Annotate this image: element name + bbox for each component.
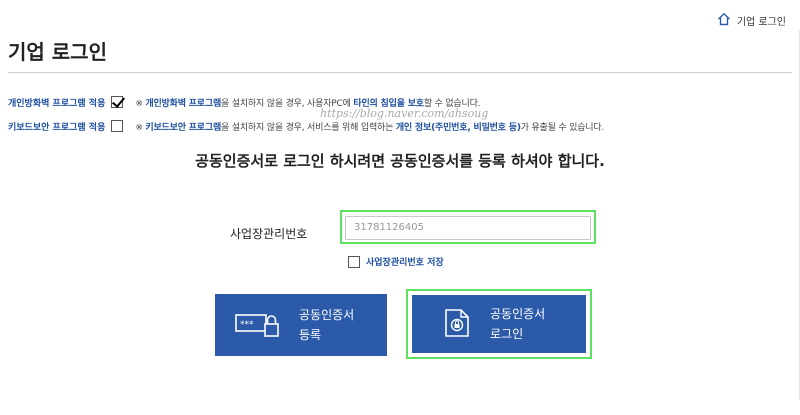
login-button-highlight: 공동인증서 로그인: [406, 289, 592, 359]
login-button-text: 공동인증서 로그인: [490, 307, 546, 341]
keyboard-security-note: ※ 키보드보안 프로그램을 설치하지 않을 경우, 서비스를 위해 입력하는 개…: [135, 122, 605, 133]
business-number-input[interactable]: [345, 215, 591, 240]
instruction-headline: 공동인증서로 로그인 하시려면 공동인증서를 등록 하셔야 합니다.: [195, 152, 605, 170]
business-number-label: 사업장관리번호: [230, 227, 308, 241]
certificate-lock-icon: [444, 308, 470, 341]
firewall-checkbox[interactable]: [111, 96, 124, 108]
page-title: 기업 로그인: [8, 40, 107, 64]
keyboard-security-option-label[interactable]: 키보드보안 프로그램 적용: [8, 120, 105, 133]
business-number-highlight: [340, 210, 596, 244]
breadcrumb-label[interactable]: 기업 로그인: [737, 13, 786, 28]
register-certificate-button[interactable]: *** 공동인증서 등록: [215, 294, 387, 356]
password-lock-icon: ***: [235, 309, 283, 342]
firewall-option-label[interactable]: 개인방화벽 프로그램 적용: [8, 96, 105, 109]
watermark: https://blog.naver.com/ahsoug: [320, 107, 489, 120]
register-button-text: 공동인증서 등록: [299, 308, 355, 342]
keyboard-security-option-row: 키보드보안 프로그램 적용 ※ 키보드보안 프로그램을 설치하지 않을 경우, …: [8, 118, 604, 134]
save-business-number-checkbox[interactable]: [348, 255, 360, 268]
svg-text:***: ***: [240, 320, 254, 330]
home-icon: [717, 12, 731, 29]
save-business-number-label[interactable]: 사업장관리번호 저장: [366, 255, 444, 268]
title-divider: [8, 72, 792, 73]
save-business-number-row[interactable]: 사업장관리번호 저장: [348, 255, 444, 268]
breadcrumb[interactable]: 기업 로그인: [717, 12, 786, 29]
keyboard-security-checkbox[interactable]: [111, 120, 124, 132]
certificate-login-button[interactable]: 공동인증서 로그인: [412, 295, 586, 353]
